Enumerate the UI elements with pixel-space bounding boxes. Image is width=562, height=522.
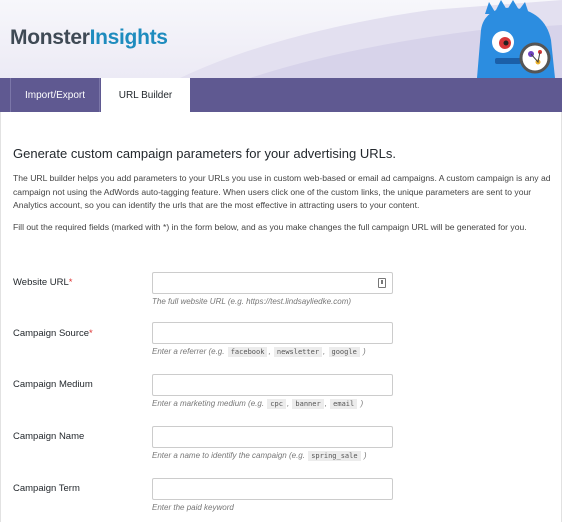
campaign-source-label: Campaign Source* <box>13 328 93 339</box>
monster-mascot-icon <box>477 0 555 78</box>
campaign-name-input[interactable] <box>152 426 393 448</box>
example-code: facebook <box>227 347 268 357</box>
campaign-term-label: Campaign Term <box>13 483 80 494</box>
intro-paragraph: The URL builder helps you add parameters… <box>13 173 551 210</box>
contact-card-icon[interactable] <box>378 278 386 288</box>
campaign-term-input[interactable] <box>152 478 393 500</box>
required-asterisk: * <box>68 277 73 288</box>
website-url-input[interactable] <box>152 272 393 294</box>
help-prefix: Enter a referrer (e.g. <box>152 347 225 356</box>
brand-header: MonsterInsights <box>0 0 562 78</box>
campaign-source-help: Enter a referrer (e.g. facebook, newslet… <box>152 347 366 357</box>
campaign-name-help: Enter a name to identify the campaign (e… <box>152 451 366 461</box>
instructions-paragraph: Fill out the required fields (marked wit… <box>13 222 527 232</box>
example-code: email <box>330 399 358 409</box>
required-asterisk: * <box>89 328 93 339</box>
campaign-source-input[interactable] <box>152 322 393 344</box>
website-url-label-text: Website URL <box>13 277 69 288</box>
settings-tab-bar: Import/Export URL Builder <box>0 78 562 112</box>
example-code: spring_sale <box>308 451 361 461</box>
tab-import-export[interactable]: Import/Export <box>10 78 100 112</box>
help-suffix: ) <box>363 347 366 356</box>
help-prefix: Enter a marketing medium (e.g. <box>152 399 265 408</box>
campaign-medium-input[interactable] <box>152 374 393 396</box>
logo-word-insights: Insights <box>89 26 168 49</box>
campaign-term-help: Enter the paid keyword <box>152 503 234 512</box>
monsterinsights-logo: MonsterInsights <box>10 26 168 50</box>
campaign-medium-label-text: Campaign Medium <box>13 379 93 390</box>
example-code: newsletter <box>273 347 323 357</box>
help-suffix: ) <box>360 399 364 408</box>
example-code: google <box>328 347 360 357</box>
campaign-source-label-text: Campaign Source <box>13 328 90 339</box>
website-url-label: Website URL* <box>13 277 73 288</box>
campaign-name-label-text: Campaign Name <box>13 431 85 442</box>
campaign-medium-label: Campaign Medium <box>13 379 93 390</box>
logo-word-monster: Monster <box>10 26 90 49</box>
example-code: banner <box>292 399 324 409</box>
tab-url-builder[interactable]: URL Builder <box>101 78 190 112</box>
help-prefix: Enter a name to identify the campaign (e… <box>152 451 305 460</box>
campaign-medium-help: Enter a marketing medium (e.g. cpc, bann… <box>152 399 364 409</box>
campaign-term-label-text: Campaign Term <box>13 483 80 494</box>
example-code: cpc <box>267 399 286 409</box>
help-suffix: ) <box>363 451 367 460</box>
website-url-help: The full website URL (e.g. https://test.… <box>152 297 352 306</box>
campaign-name-label: Campaign Name <box>13 431 84 442</box>
page-title: Generate custom campaign parameters for … <box>13 146 396 161</box>
